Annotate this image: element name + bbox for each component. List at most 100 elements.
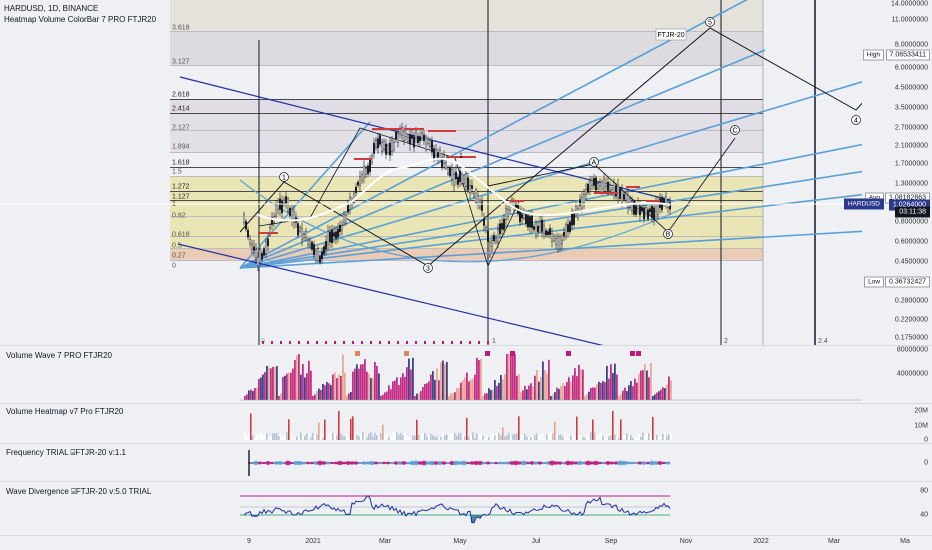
heatmap-bar	[652, 417, 654, 440]
heatmap-bar	[638, 433, 640, 440]
frequency-scale[interactable]: 0	[862, 444, 932, 481]
candle-body	[405, 128, 408, 137]
heatmap-bar	[562, 436, 564, 440]
time-tick: Sep	[604, 538, 618, 545]
heatmap-bar	[256, 434, 258, 440]
volume-wave-bar	[580, 369, 582, 400]
volume-wave-bar	[360, 364, 362, 400]
heatmap-bar	[264, 434, 266, 440]
frequency-dot	[490, 461, 494, 465]
candle-body	[373, 142, 376, 154]
heatmap-bar	[612, 410, 614, 440]
divergence-scale[interactable]: 80 40	[862, 482, 932, 535]
frequency-pane[interactable]: Frequency TRIAL ⌸FTJR-20 v:1.1 0	[0, 444, 932, 482]
volume-wave-bar	[278, 396, 280, 400]
volume-wave-bar	[256, 387, 258, 400]
volume-wave-bar	[484, 393, 486, 400]
scale-tick: 0	[924, 436, 928, 444]
volume-heatmap-pane[interactable]: Volume Heatmap v7 Pro FTJR20 20M 10M 0	[0, 404, 932, 444]
volume-heatmap-scale[interactable]: 20M 10M 0	[862, 404, 932, 444]
candle-body	[641, 207, 644, 212]
heatmap-bar	[438, 437, 440, 440]
cycle-mark: 2.4	[818, 338, 828, 345]
bottom-marker	[451, 341, 453, 344]
volume-wave-bar	[582, 369, 584, 400]
heatmap-bar	[428, 435, 430, 440]
volume-wave-bar	[300, 374, 302, 400]
volume-wave-bar	[250, 389, 252, 400]
volume-wave-bar	[526, 389, 528, 400]
volume-wave-bar	[636, 382, 638, 400]
volume-wave-bar	[312, 396, 314, 400]
volume-wave-bar	[390, 389, 392, 400]
candle-body	[665, 196, 668, 204]
candle-body	[607, 181, 610, 191]
symbol-title[interactable]: HARDUSD, 1D, BINANCE	[4, 3, 156, 14]
price-tick: 0.6000000	[894, 238, 928, 246]
heatmap-bar	[412, 435, 414, 440]
heatmap-bar	[580, 435, 582, 440]
heatmap-bar	[522, 435, 524, 440]
volume-wave-bar	[368, 373, 370, 400]
bottom-marker	[487, 341, 489, 344]
svg-text:5: 5	[708, 20, 712, 27]
heatmap-bar	[312, 432, 314, 440]
candle-body	[259, 249, 262, 263]
volume-wave-bar	[524, 385, 526, 400]
heatmap-bar	[542, 432, 544, 440]
svg-text:C: C	[732, 128, 737, 135]
candle-body	[345, 214, 348, 224]
heatmap-bar	[444, 435, 446, 440]
heatmap-bar	[414, 435, 416, 440]
candle-body	[254, 249, 257, 258]
candle-body	[333, 232, 336, 237]
volume-wave-bar	[408, 358, 410, 400]
volume-wave-bar	[522, 390, 524, 400]
volume-wave-bar	[570, 381, 572, 400]
heatmap-bar	[656, 435, 658, 440]
volume-wave-bar	[322, 383, 324, 400]
price-pane[interactable]: 3.618 3.127 2.618 2.414 2.127 1.894 1.61…	[0, 0, 932, 346]
volume-wave-scale[interactable]: 80000000 40000000	[862, 346, 932, 403]
volume-wave-bar	[596, 384, 598, 400]
candle-body	[381, 142, 384, 152]
heatmap-bar	[516, 433, 518, 440]
heatmap-bar	[498, 432, 500, 440]
heatmap-bar	[596, 434, 598, 440]
candle-body	[431, 140, 434, 153]
price-tick: 4.5000000	[894, 84, 928, 92]
price-tick: 0.2200000	[894, 316, 928, 324]
indicator-title[interactable]: Heatmap Volume ColorBar 7 PRO FTJR20	[4, 14, 156, 25]
candle-body	[445, 162, 448, 169]
annotation-box[interactable]: FTJR-20	[655, 28, 687, 41]
volume-wave-bar	[576, 376, 578, 400]
volume-wave-bar	[438, 380, 440, 400]
volume-wave-bar	[470, 379, 472, 400]
candle-body	[387, 145, 390, 153]
volume-wave-bar	[346, 396, 348, 400]
volume-wave-bar	[402, 373, 404, 400]
heatmap-bar	[384, 434, 386, 440]
time-axis[interactable]: 9 2021 Mar May Jul Sep Nov 2022 Mar Ma	[0, 536, 932, 550]
volume-wave-bar	[562, 382, 564, 400]
heatmap-bar	[400, 433, 402, 440]
heatmap-bar	[324, 419, 326, 440]
scale-tick: 40	[920, 511, 928, 519]
price-tick: 0.8000000	[894, 218, 928, 226]
candle-body	[471, 185, 474, 189]
wave-divergence-pane[interactable]: Wave Divergence ⌸FTJR-20 v:5.0 TRIAL 80 …	[0, 482, 932, 536]
signal-square	[404, 351, 409, 356]
candle-body	[579, 199, 582, 206]
heatmap-bar	[594, 432, 596, 440]
heatmap-bar	[280, 434, 282, 440]
candle-body	[425, 136, 428, 150]
candle-body	[653, 207, 656, 220]
volume-wave-pane[interactable]: Volume Wave 7 PRO FTJR20 80000000 400000…	[0, 346, 932, 404]
heatmap-bar	[642, 432, 644, 440]
candle-body	[487, 230, 490, 242]
bottom-marker	[361, 341, 363, 344]
heatmap-bar	[434, 436, 436, 440]
candle-body	[299, 227, 302, 232]
price-tick: 0.2800000	[894, 297, 928, 305]
frequency-dot	[310, 461, 314, 465]
